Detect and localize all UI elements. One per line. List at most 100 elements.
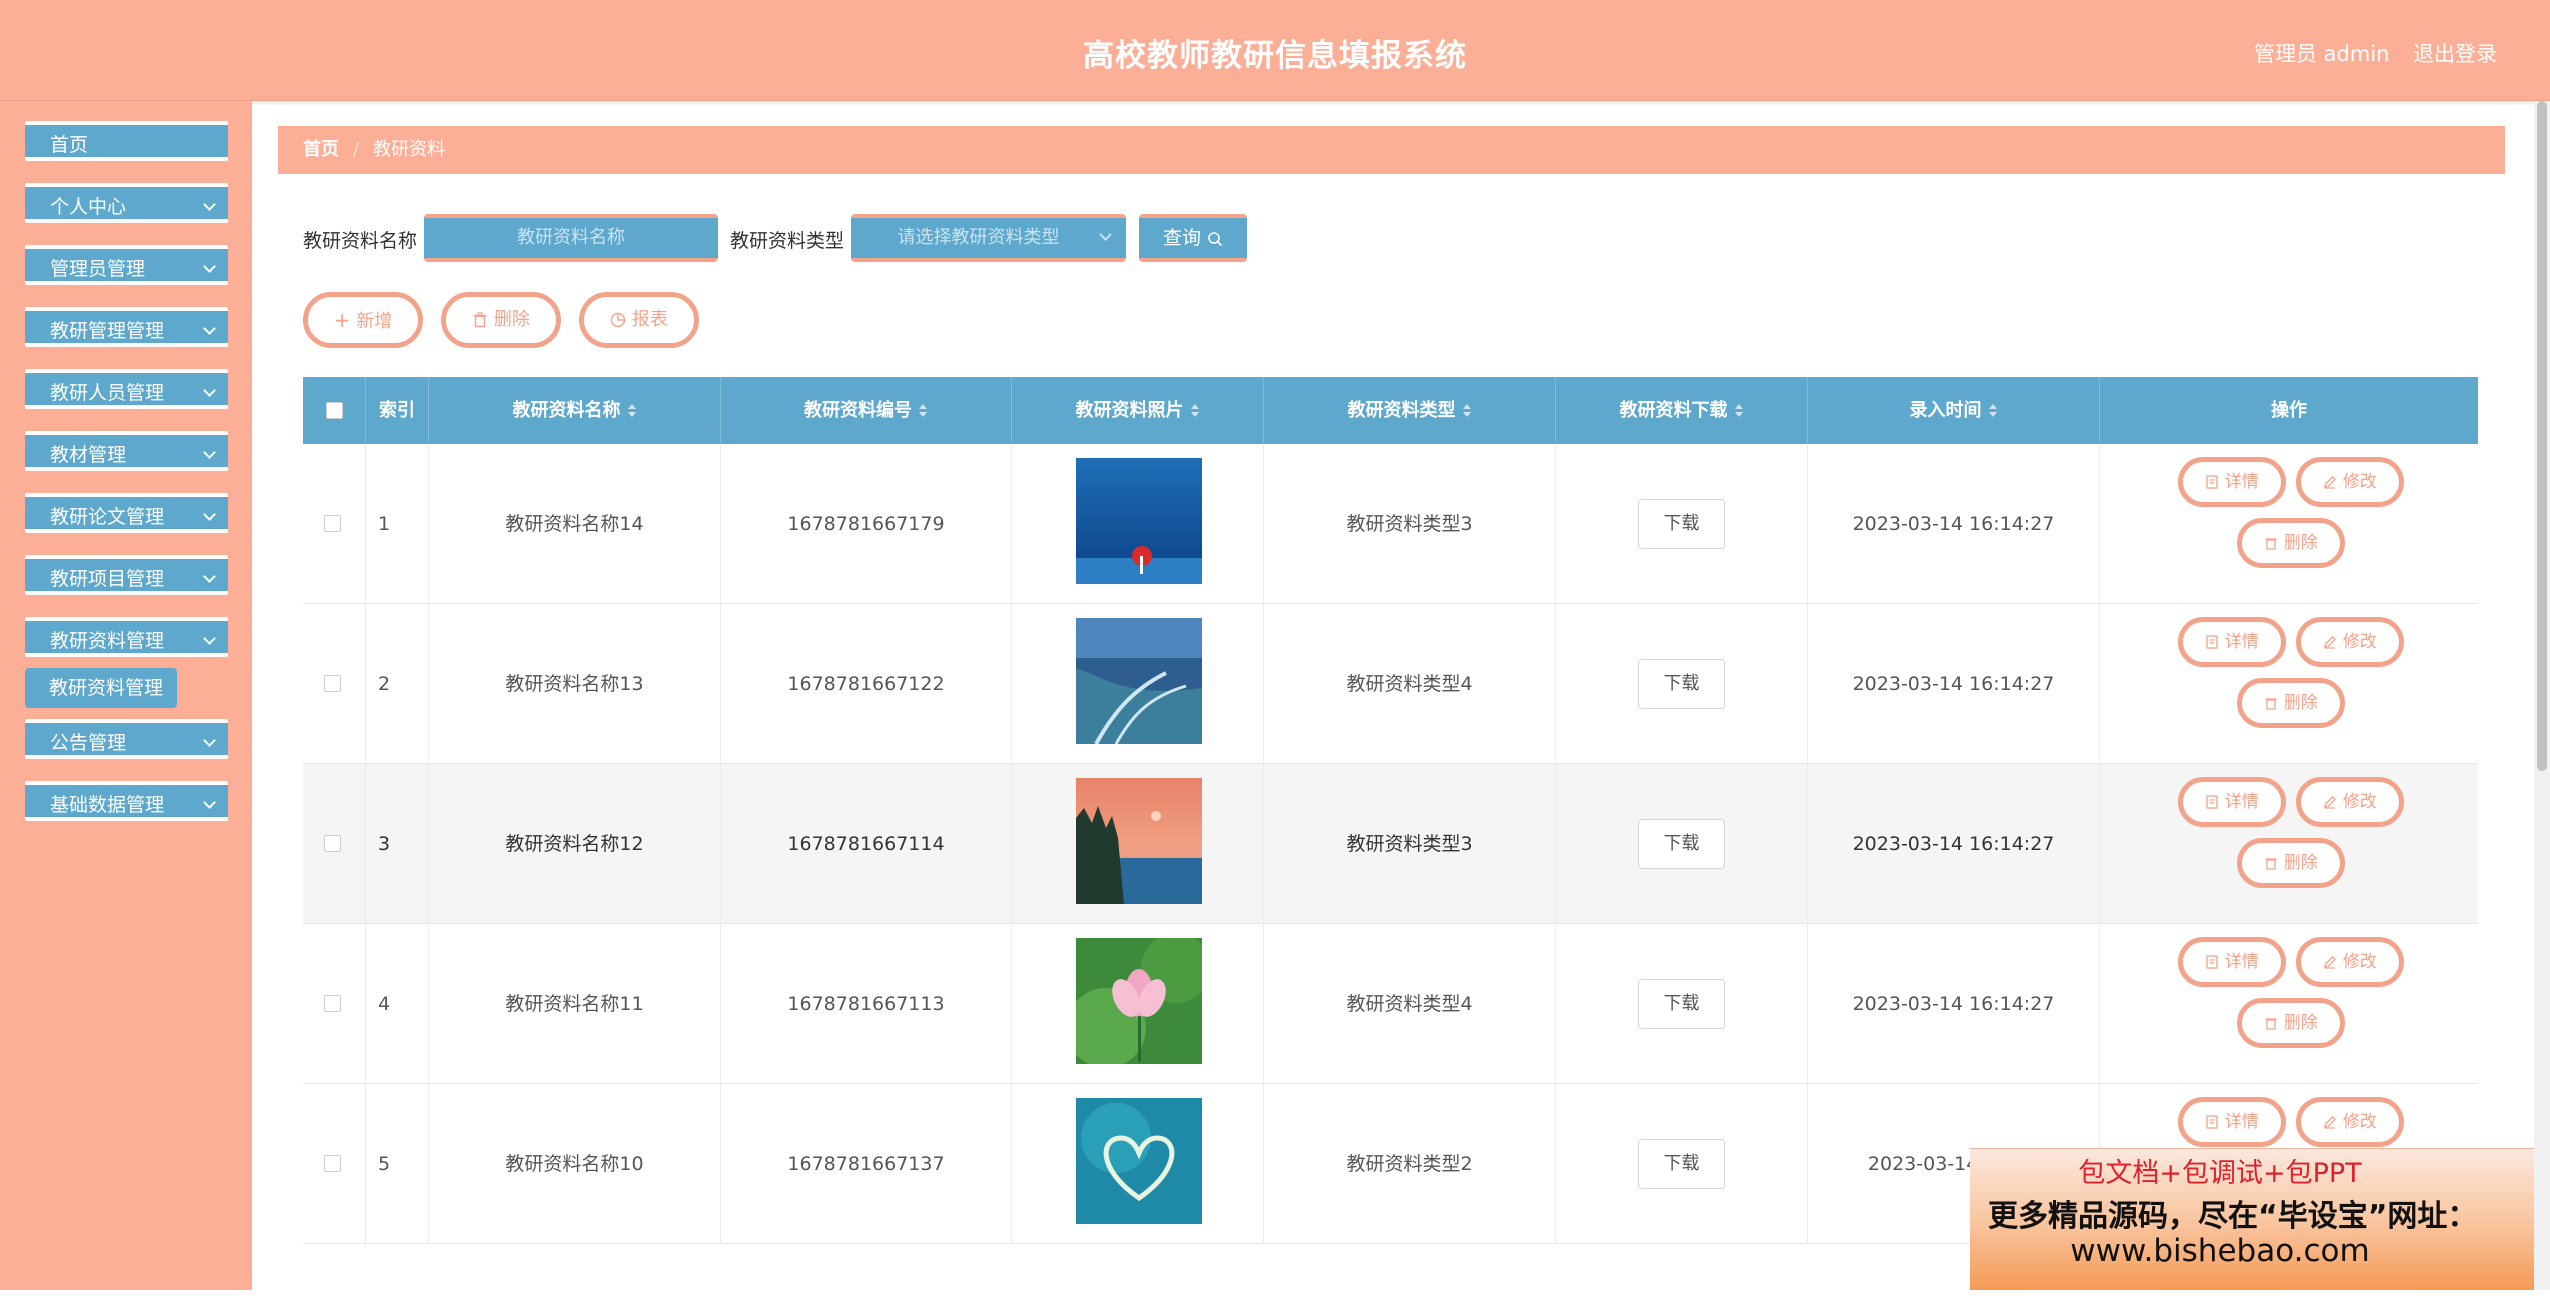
- table-row[interactable]: 3 教研资料名称12 1678781667114 教研资料类型3 下载 2023-03-1…: [303, 764, 2478, 924]
- row-index: 2: [366, 604, 429, 764]
- row-time: 2023-03-14 16:14:27: [1808, 444, 2100, 604]
- query-button[interactable]: 查询: [1139, 214, 1247, 262]
- sidebar-item-papers[interactable]: 教研论文管理: [25, 493, 228, 533]
- logout-link[interactable]: 退出登录: [2413, 38, 2497, 68]
- promo-line-3: www.bishebao.com: [2070, 1233, 2370, 1269]
- row-actions: 详情 修改 删除: [2100, 604, 2478, 764]
- row-photo[interactable]: [1076, 1098, 1202, 1224]
- delete-button[interactable]: 删除: [2237, 518, 2345, 568]
- edit-button[interactable]: 修改: [2296, 1097, 2404, 1147]
- download-button[interactable]: 下载: [1638, 1139, 1725, 1189]
- col-download[interactable]: 教研资料下载: [1556, 377, 1808, 444]
- sidebar-item-textbook[interactable]: 教材管理: [25, 431, 228, 471]
- row-checkbox[interactable]: [324, 1155, 341, 1172]
- col-code[interactable]: 教研资料编号: [721, 377, 1012, 444]
- col-photo-label: 教研资料照片: [1075, 400, 1184, 421]
- current-user: 管理员 admin: [2254, 42, 2390, 66]
- sort-icon: [1462, 404, 1472, 418]
- detail-button[interactable]: 详情: [2178, 1097, 2286, 1147]
- sort-icon: [1734, 404, 1744, 418]
- select-all-checkbox[interactable]: [326, 402, 343, 419]
- row-photo[interactable]: [1066, 933, 1211, 1068]
- edit-button[interactable]: 修改: [2296, 617, 2404, 667]
- edit-icon: [2324, 636, 2337, 649]
- sidebar: 首页 个人中心 管理员管理 教研管理管理 教研人员管理 教材管理 教研论文管理 …: [0, 101, 252, 1290]
- sidebar-item-materials[interactable]: 教研资料管理: [25, 617, 228, 657]
- col-photo[interactable]: 教研资料照片: [1012, 377, 1264, 444]
- delete-button[interactable]: 删除: [2237, 678, 2345, 728]
- row-photo[interactable]: [1076, 618, 1202, 745]
- detail-button-label: 详情: [2224, 632, 2259, 652]
- sidebar-item-basic-data[interactable]: 基础数据管理: [25, 781, 228, 821]
- type-select[interactable]: 请选择教研资料类型: [851, 214, 1126, 262]
- trash-icon: [2265, 1018, 2277, 1030]
- sidebar-item-label: 教研人员管理: [50, 382, 165, 404]
- download-button[interactable]: 下载: [1638, 979, 1725, 1029]
- sidebar-item-notices[interactable]: 公告管理: [25, 719, 228, 759]
- scrollbar[interactable]: [2534, 101, 2550, 1290]
- table-row[interactable]: 2 教研资料名称13 1678781667122 教研资料类型4 下载 2023-03-1…: [303, 604, 2478, 764]
- detail-button[interactable]: 详情: [2178, 617, 2286, 667]
- promo-line-2: 更多精品源码，尽在“毕设宝”网址：: [1988, 1199, 2478, 1234]
- row-photo[interactable]: [1076, 458, 1202, 584]
- edit-button-label: 修改: [2342, 472, 2377, 492]
- breadcrumb-home[interactable]: 首页: [303, 139, 339, 160]
- edit-button[interactable]: 修改: [2296, 777, 2404, 827]
- table-row[interactable]: 4 教研资料名称11 1678781667113 教研资料类型4 下载 2023-03-1…: [303, 924, 2478, 1084]
- sidebar-item-home[interactable]: 首页: [25, 121, 228, 161]
- chevron-down-icon: [203, 508, 216, 521]
- row-download-cell: 下载: [1556, 764, 1808, 924]
- col-type[interactable]: 教研资料类型: [1264, 377, 1556, 444]
- sidebar-item-staff[interactable]: 教研人员管理: [25, 369, 228, 409]
- detail-button[interactable]: 详情: [2178, 937, 2286, 987]
- row-time: 2023-03-14 16:14:27: [1808, 924, 2100, 1084]
- delete-button[interactable]: 删除: [2237, 998, 2345, 1048]
- delete-button-label: 删除: [2283, 853, 2318, 873]
- edit-button[interactable]: 修改: [2296, 937, 2404, 987]
- row-photo[interactable]: [1076, 778, 1202, 904]
- download-button[interactable]: 下载: [1638, 499, 1725, 549]
- table-header: 索引 教研资料名称 教研资料编号 教研资料照片 教研资料类型 教研资料下载 录入…: [303, 377, 2478, 444]
- sidebar-item-admin[interactable]: 管理员管理: [25, 245, 228, 285]
- report-button[interactable]: 报表: [579, 292, 699, 348]
- document-icon: [2206, 955, 2218, 969]
- delete-button-label: 删除: [2283, 533, 2318, 553]
- row-code: 1678781667137: [721, 1084, 1012, 1244]
- name-search-input[interactable]: 教研资料名称: [424, 214, 718, 262]
- table-row[interactable]: 1 教研资料名称14 1678781667179 教研资料类型3 下载 2023-03-1…: [303, 444, 2478, 604]
- row-type: 教研资料类型4: [1264, 924, 1556, 1084]
- detail-button[interactable]: 详情: [2178, 777, 2286, 827]
- sidebar-item-projects[interactable]: 教研项目管理: [25, 555, 228, 595]
- col-time[interactable]: 录入时间: [1808, 377, 2100, 444]
- row-checkbox[interactable]: [324, 835, 341, 852]
- row-code: 1678781667179: [721, 444, 1012, 604]
- row-code: 1678781667113: [721, 924, 1012, 1084]
- row-name: 教研资料名称10: [429, 1084, 721, 1244]
- row-select-cell: [303, 764, 366, 924]
- delete-button[interactable]: 删除: [2237, 838, 2345, 888]
- document-icon: [2206, 475, 2218, 489]
- sidebar-item-teaching-research[interactable]: 教研管理管理: [25, 307, 228, 347]
- col-code-label: 教研资料编号: [804, 400, 912, 421]
- detail-button-label: 详情: [2224, 472, 2259, 492]
- detail-button-label: 详情: [2224, 792, 2259, 812]
- download-button[interactable]: 下载: [1638, 819, 1725, 869]
- sort-icon: [627, 404, 637, 418]
- scrollbar-thumb[interactable]: [2537, 101, 2547, 771]
- detail-button[interactable]: 详情: [2178, 457, 2286, 507]
- sort-icon: [1988, 404, 1998, 418]
- add-button[interactable]: + 新增: [303, 292, 423, 348]
- col-name[interactable]: 教研资料名称: [429, 377, 721, 444]
- edit-button[interactable]: 修改: [2296, 457, 2404, 507]
- sidebar-item-label: 教研管理管理: [50, 320, 165, 342]
- row-checkbox[interactable]: [324, 995, 341, 1012]
- sidebar-item-label: 教研项目管理: [50, 568, 165, 590]
- batch-delete-button[interactable]: 删除: [441, 292, 561, 348]
- sidebar-item-personal-center[interactable]: 个人中心: [25, 183, 228, 223]
- download-button[interactable]: 下载: [1638, 659, 1725, 709]
- row-checkbox[interactable]: [324, 515, 341, 532]
- sidebar-subitem-materials-manage[interactable]: 教研资料管理: [25, 668, 177, 708]
- row-name: 教研资料名称13: [429, 604, 721, 764]
- row-checkbox[interactable]: [324, 675, 341, 692]
- document-icon: [2206, 795, 2218, 809]
